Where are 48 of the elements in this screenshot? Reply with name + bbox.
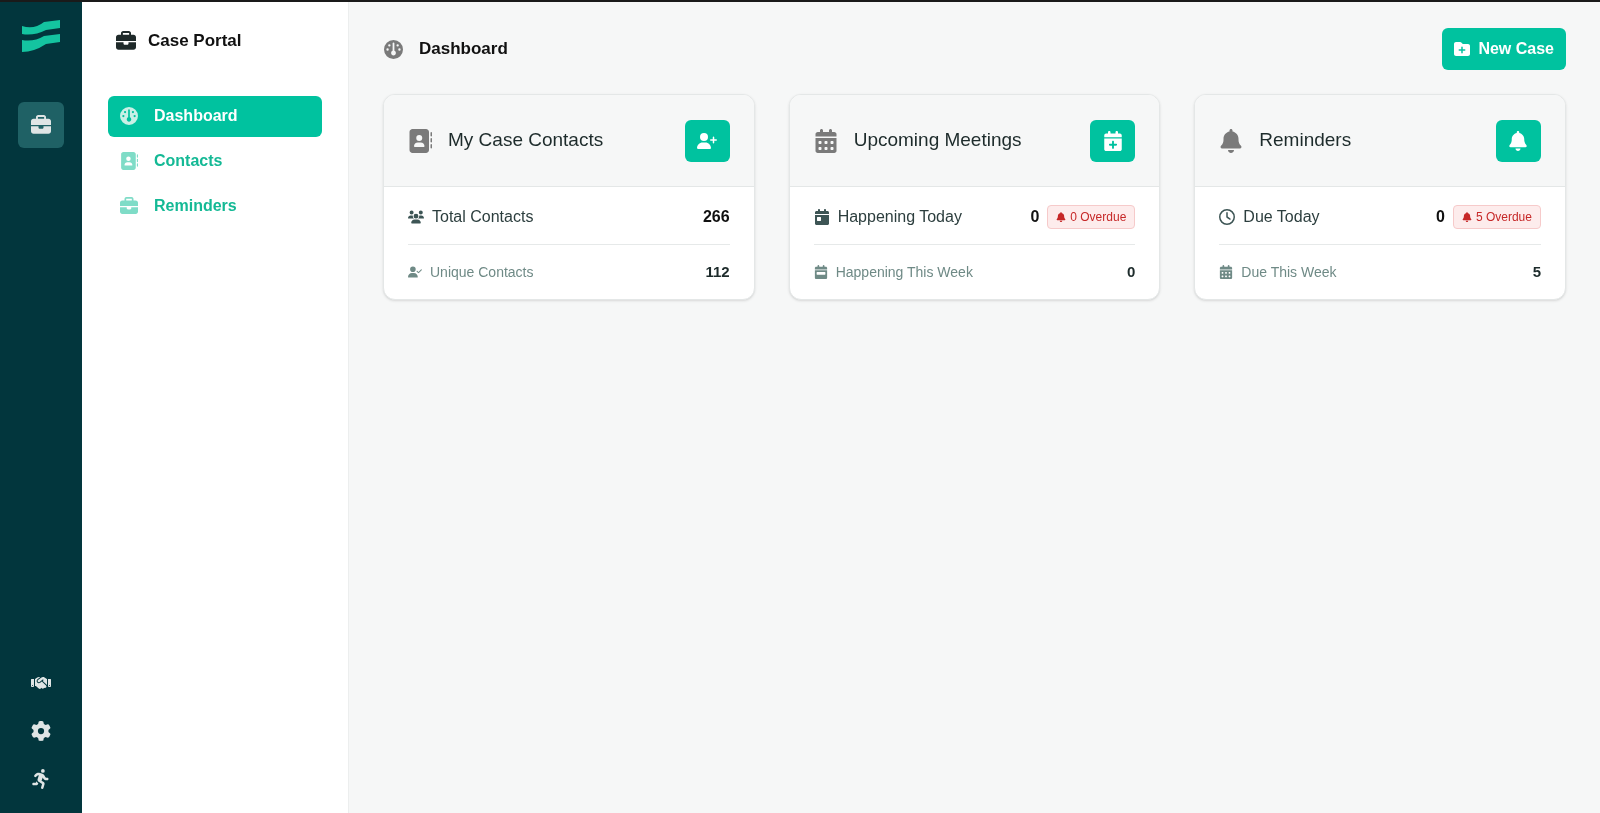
page-title: Dashboard: [419, 38, 508, 61]
briefcase-icon: [120, 197, 138, 215]
bell-icon: [1056, 212, 1067, 222]
nav-item[interactable]: Reminders: [108, 185, 322, 227]
address-book-icon: [408, 128, 432, 153]
calendar-icon: [813, 265, 828, 279]
folder-plus-icon: [1454, 41, 1471, 57]
stat-label: Happening Today: [837, 207, 962, 227]
overdue-badge: 0 Overdue: [1047, 205, 1136, 229]
bell-icon: [1461, 212, 1472, 222]
stat-label: Due Today: [1243, 207, 1320, 227]
calendar-plus-icon: [1102, 130, 1123, 151]
new-case-button[interactable]: New Case: [1442, 28, 1566, 70]
stat-label: Due This Week: [1241, 262, 1337, 282]
card-title: Upcoming Meetings: [853, 128, 1022, 153]
user-plus-icon: [697, 130, 718, 151]
settings-icon[interactable]: [31, 721, 51, 741]
gauge-icon: [384, 39, 403, 59]
card-title: Reminders: [1259, 128, 1352, 153]
card-title: My Case Contacts: [448, 128, 604, 153]
nav-item[interactable]: Contacts: [108, 140, 322, 182]
stat-label: Happening This Week: [835, 262, 973, 282]
user-check-icon: [408, 265, 422, 279]
bell-icon: [1508, 130, 1529, 151]
logout-icon[interactable]: [31, 769, 51, 789]
stat-label: Total Contacts: [432, 207, 534, 227]
app-title: Case Portal: [148, 30, 242, 52]
stat-value: 266: [702, 207, 730, 227]
logo-icon: [20, 18, 62, 54]
stat-value: 5: [1532, 261, 1541, 282]
stat-value: 0: [1127, 261, 1136, 282]
overdue-badge: 5 Overdue: [1452, 205, 1541, 229]
calendar-icon: [1219, 265, 1234, 279]
stat-value: 0: [1436, 207, 1445, 227]
bell-icon: [1219, 128, 1244, 153]
stat-value: 112: [705, 261, 730, 282]
briefcase-icon: [31, 115, 51, 135]
stat-value: 0: [1030, 207, 1040, 227]
nav-item[interactable]: Dashboard: [108, 95, 322, 137]
calendar-icon: [813, 209, 830, 225]
cases-button[interactable]: [18, 102, 64, 148]
calendar-icon: [813, 128, 838, 153]
stat-label: Unique Contacts: [430, 262, 534, 282]
users-icon: [408, 209, 424, 225]
address-book-icon: [120, 152, 138, 170]
gauge-icon: [120, 107, 138, 125]
briefcase-icon: [116, 30, 136, 51]
clock-icon: [1219, 209, 1236, 225]
